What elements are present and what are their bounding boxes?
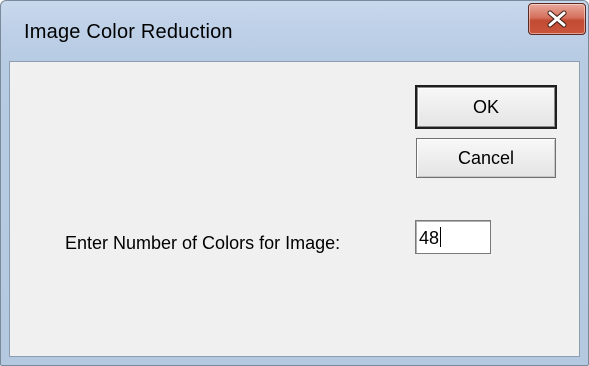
close-icon [547, 10, 567, 28]
dialog-window: Image Color Reduction OK Cancel Enter Nu… [0, 0, 589, 366]
ok-button[interactable]: OK [415, 85, 557, 129]
title-bar[interactable]: Image Color Reduction [1, 1, 588, 61]
colors-count-value: 48 [419, 228, 440, 248]
colors-count-input[interactable]: 48 [415, 220, 491, 254]
text-caret [440, 227, 442, 247]
dialog-client-area: OK Cancel Enter Number of Colors for Ima… [9, 61, 580, 357]
colors-count-label: Enter Number of Colors for Image: [65, 233, 341, 253]
close-button[interactable] [528, 3, 586, 35]
window-title: Image Color Reduction [24, 21, 233, 43]
cancel-button[interactable]: Cancel [416, 138, 556, 178]
